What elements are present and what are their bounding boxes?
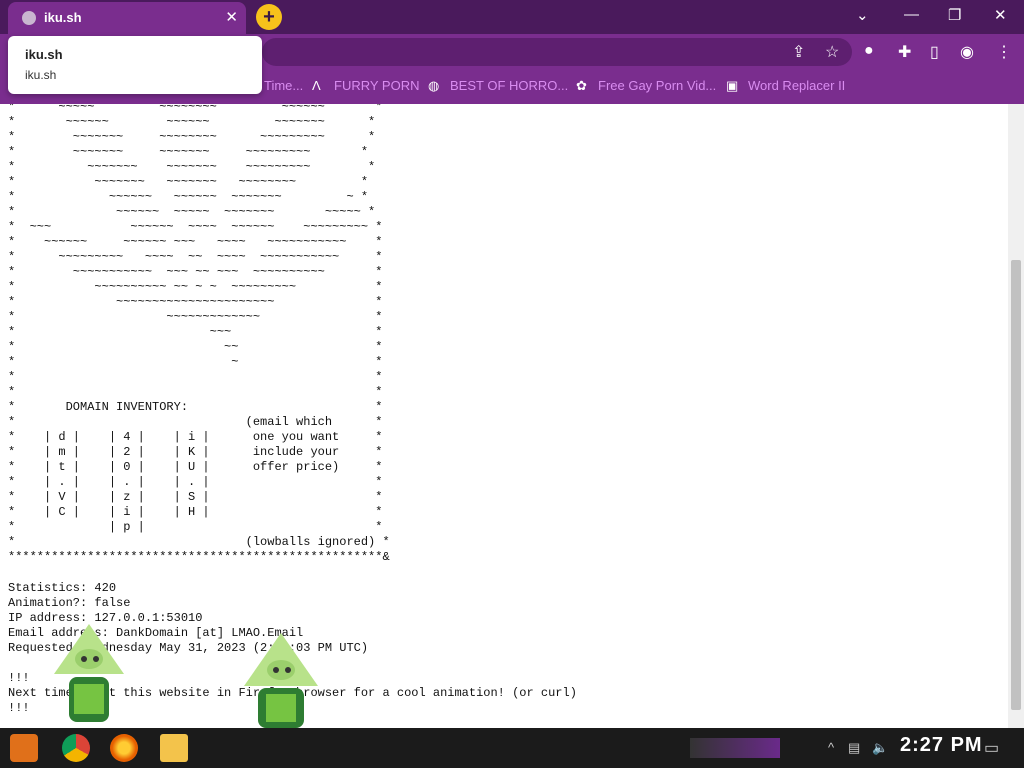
bookmark-item[interactable]: ◍ BEST OF HORRO...: [428, 78, 568, 94]
ascii-line: * ~~~~~~ ~~~~~~ ~~~ ~~~~ ~~~~~~~~~~~ *: [8, 235, 383, 249]
ascii-line: * | . | | . | | . | *: [8, 475, 383, 489]
ascii-line: * ~~~~~~ ~~~~~~ ~~~~~~~ *: [8, 115, 376, 129]
bookmark-item[interactable]: ✿ Free Gay Porn Vid...: [576, 78, 716, 94]
side-panel-icon[interactable]: ▯: [930, 42, 939, 62]
bookmark-item[interactable]: Time...: [264, 78, 303, 93]
close-tab-icon[interactable]: ✕: [225, 8, 238, 26]
ascii-line: * | d | | 4 | | i | one you want *: [8, 430, 383, 444]
address-bar[interactable]: [262, 38, 852, 66]
chevron-down-icon[interactable]: ⌄: [856, 6, 869, 24]
bookmark-label: Free Gay Porn Vid...: [598, 78, 717, 93]
ascii-line: * ~~~ *: [8, 325, 383, 339]
extensions-puzzle-icon[interactable]: ✚: [898, 42, 911, 62]
ascii-line: * ~~~~~~~~~~ ~~ ~ ~ ~~~~~~~~~ *: [8, 280, 383, 294]
scrollbar-thumb[interactable]: [1011, 260, 1021, 710]
clock[interactable]: 2:27 PM: [900, 734, 983, 757]
stats-line: Animation?: false: [8, 596, 131, 610]
restore-icon[interactable]: ❐: [948, 6, 961, 24]
title-bar: iku.sh ✕ + ⌄ — ❐ ✕: [0, 0, 1024, 34]
notification-icon[interactable]: ▭: [984, 738, 999, 758]
close-window-icon[interactable]: ✕: [994, 6, 1007, 24]
ascii-line: * ~~~~~~~ ~~~~~~~~ ~~~~~~~~~ *: [8, 130, 376, 144]
ascii-line: * DOMAIN INVENTORY: *: [8, 400, 383, 414]
ascii-line: * ~~ *: [8, 340, 383, 354]
profile-icon[interactable]: ◉: [960, 42, 974, 62]
ascii-line: * | V | | z | | S | *: [8, 490, 383, 504]
wr-icon: ▣: [726, 78, 739, 93]
ascii-line: * | p | *: [8, 520, 383, 534]
ascii-line: * *: [8, 385, 383, 399]
bookmark-item[interactable]: Λ FURRY PORN: [312, 78, 419, 93]
new-tab-button[interactable]: +: [256, 4, 282, 30]
ascii-line: * *: [8, 370, 383, 384]
minimize-icon[interactable]: —: [904, 6, 919, 23]
lambda-icon: Λ: [312, 78, 321, 93]
bookmark-label: Word Replacer II: [748, 78, 846, 93]
ascii-line: * ~~~~~~~~~ ~~~~ ~~ ~~~~ ~~~~~~~~~~~ *: [8, 250, 383, 264]
bookmark-label: BEST OF HORRO...: [450, 78, 569, 93]
chrome-icon[interactable]: [62, 734, 90, 762]
bookmark-item[interactable]: ▣ Word Replacer II: [726, 78, 845, 94]
ascii-line: * ~~~~~ ~~~~~~~~ ~~~~~~ *: [8, 104, 383, 114]
tab-favicon-icon: [22, 11, 36, 25]
ascii-line: * ~~~~~~ ~~~~~~ ~~~~~~~ ~ *: [8, 190, 369, 204]
ascii-line: * | t | | 0 | | U | offer price) *: [8, 460, 383, 474]
ascii-line: * ~~~~~~ ~~~~~ ~~~~~~~ ~~~~~ *: [8, 205, 376, 219]
tab-hover-card: iku.sh iku.sh: [8, 36, 262, 94]
firefox-icon[interactable]: [110, 734, 138, 762]
tab-title: iku.sh: [44, 10, 82, 25]
ascii-line: * | m | | 2 | | K | include your *: [8, 445, 383, 459]
bookmark-label: Time...: [264, 78, 304, 93]
peridot-character-image: [54, 624, 124, 722]
extension-avatar-icon[interactable]: ●: [864, 42, 874, 60]
network-icon[interactable]: ▤: [848, 740, 860, 756]
ascii-art: * ~~~~~ ~~~~~~~~ ~~~~~~ * * ~~~~~~ ~~~~~~…: [8, 104, 390, 565]
ascii-line: ****************************************…: [8, 550, 390, 564]
gear-icon: ✿: [576, 78, 587, 93]
peridot-character-image: [244, 633, 318, 728]
share-icon[interactable]: ⇪: [792, 42, 805, 62]
ascii-line: * ~~~~~~~~~~~ ~~~ ~~ ~~~ ~~~~~~~~~~ *: [8, 265, 383, 279]
ascii-line: * | C | | i | | H | *: [8, 505, 383, 519]
page-content: * ~~~~~ ~~~~~~~~ ~~~~~~ * * ~~~~~~ ~~~~~~…: [0, 104, 1008, 728]
stats-line: Statistics: 420: [8, 581, 117, 595]
taskbar: ^ ▤ 🔈 2:27 PM ▭: [0, 728, 1024, 768]
ascii-line: * (email which *: [8, 415, 383, 429]
volume-icon[interactable]: 🔈: [872, 740, 888, 756]
ascii-line: * ~~~~~~~~~~~~~~~~~~~~~~ *: [8, 295, 383, 309]
globe-icon: ◍: [428, 78, 440, 93]
taskbar-decoration: [690, 738, 780, 758]
ascii-line: * ~ *: [8, 355, 383, 369]
ascii-line: * ~~~~~~~~~~~~~ *: [8, 310, 383, 324]
file-explorer-icon[interactable]: [160, 734, 188, 762]
ascii-line: * ~~~~~~~ ~~~~~~~ ~~~~~~~~~ *: [8, 160, 376, 174]
start-button-icon[interactable]: [10, 734, 38, 762]
hover-card-title: iku.sh: [25, 47, 63, 62]
tray-chevron-icon[interactable]: ^: [828, 740, 834, 755]
menu-dots-icon[interactable]: ⋮: [996, 42, 1012, 62]
bookmark-star-icon[interactable]: ☆: [825, 42, 839, 62]
ascii-line: * (lowballs ignored) *: [8, 535, 390, 549]
ascii-line: * ~~~ ~~~~~~ ~~~~ ~~~~~~ ~~~~~~~~~ *: [8, 220, 383, 234]
hover-card-url: iku.sh: [25, 68, 57, 82]
ascii-line: * ~~~~~~~ ~~~~~~~ ~~~~~~~~ *: [8, 175, 369, 189]
ascii-line: * ~~~~~~~ ~~~~~~~ ~~~~~~~~~ *: [8, 145, 369, 159]
page-scrollbar[interactable]: [1008, 104, 1024, 728]
bookmark-label: FURRY PORN: [334, 78, 420, 93]
tab-iku-sh[interactable]: iku.sh ✕: [8, 2, 246, 34]
